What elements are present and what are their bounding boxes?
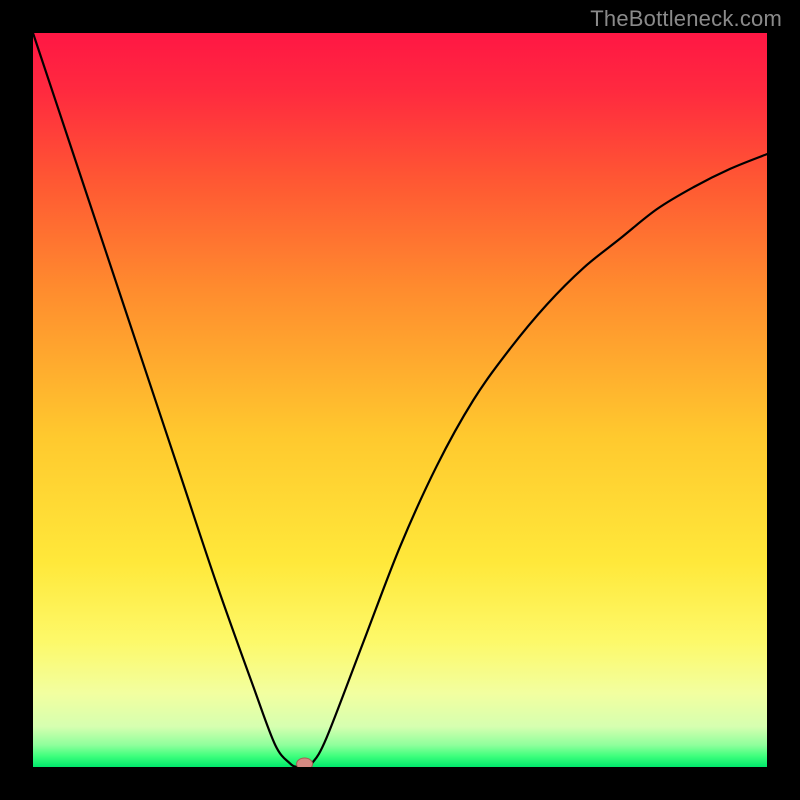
plot-area xyxy=(33,33,767,767)
chart-frame: TheBottleneck.com xyxy=(0,0,800,800)
gradient-background xyxy=(33,33,767,767)
watermark-text: TheBottleneck.com xyxy=(590,6,782,32)
optimal-marker xyxy=(297,758,313,767)
chart-svg xyxy=(33,33,767,767)
